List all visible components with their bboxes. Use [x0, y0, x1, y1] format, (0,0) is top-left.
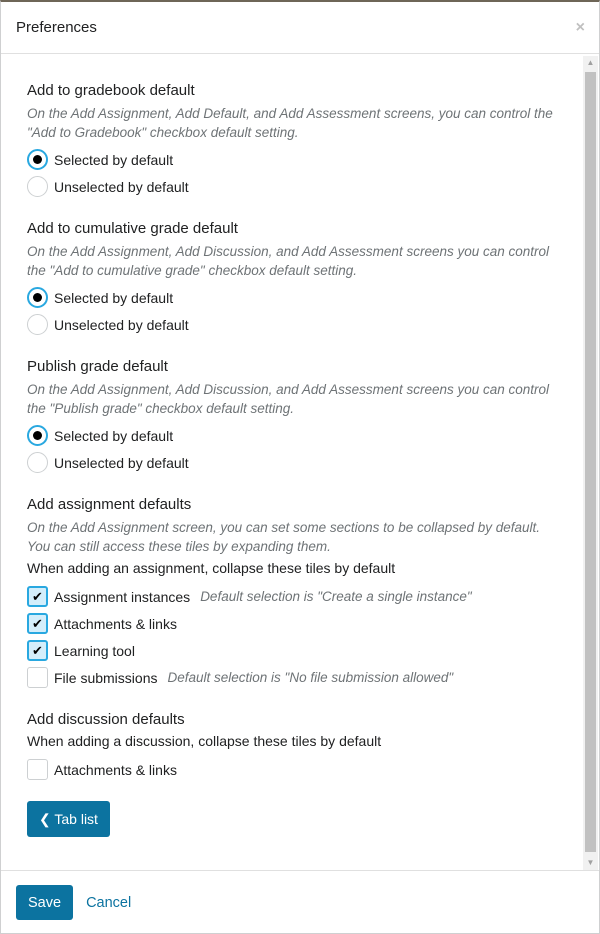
dialog-body: Add to gradebook default On the Add Assi… — [1, 56, 599, 870]
radio-option[interactable]: Selected by default — [27, 146, 563, 173]
radio-option[interactable]: Unselected by default — [27, 173, 563, 200]
checkbox-checked[interactable]: ✔ — [27, 640, 48, 661]
section-description: On the Add Assignment screen, you can se… — [27, 520, 541, 554]
dialog-footer: Save Cancel — [1, 870, 599, 934]
scroll-up-arrow-icon[interactable]: ▲ — [583, 56, 598, 70]
radio-option[interactable]: Selected by default — [27, 284, 563, 311]
checkbox[interactable] — [27, 759, 48, 780]
radio-button-selected[interactable] — [27, 149, 48, 170]
check-icon: ✔ — [32, 615, 43, 631]
radio-button[interactable] — [27, 176, 48, 197]
dialog-title: Preferences — [16, 19, 97, 36]
scroll-down-arrow-icon[interactable]: ▼ — [583, 856, 598, 870]
checkbox-checked[interactable]: ✔ — [27, 586, 48, 607]
radio-button-selected[interactable] — [27, 425, 48, 446]
checkbox-option[interactable]: Attachments & links — [27, 756, 563, 783]
checkbox-label: Assignment instances — [54, 588, 191, 605]
preferences-dialog: Preferences × Add to gradebook default O… — [0, 0, 600, 934]
radio-label: Selected by default — [54, 151, 174, 168]
section-description: On the Add Assignment, Add Discussion, a… — [27, 382, 550, 416]
section-description: On the Add Assignment, Add Default, and … — [27, 106, 553, 140]
publish-grade-default-section: Publish grade default On the Add Assignm… — [27, 358, 563, 476]
checkbox-hint: Default selection is "No file submission… — [167, 670, 454, 685]
cumulative-grade-default-section: Add to cumulative grade default On the A… — [27, 220, 563, 338]
section-description: On the Add Assignment, Add Discussion, a… — [27, 244, 550, 278]
discussion-defaults-section: Add discussion defaults When adding a di… — [27, 711, 563, 783]
radio-option[interactable]: Unselected by default — [27, 449, 563, 476]
checkbox-hint: Default selection is "Create a single in… — [200, 589, 472, 604]
check-icon: ✔ — [32, 588, 43, 604]
vertical-scrollbar[interactable]: ▲ ▼ — [583, 56, 598, 870]
radio-button[interactable] — [27, 314, 48, 335]
checkbox-option[interactable]: File submissions Default selection is "N… — [27, 664, 563, 691]
dialog-header: Preferences × — [1, 2, 599, 54]
cancel-link[interactable]: Cancel — [86, 895, 131, 911]
radio-button-selected[interactable] — [27, 287, 48, 308]
section-heading: Add to cumulative grade default — [27, 220, 238, 237]
section-heading: Publish grade default — [27, 358, 168, 375]
checkbox-option[interactable]: ✔ Attachments & links — [27, 610, 563, 637]
checkbox-checked[interactable]: ✔ — [27, 613, 48, 634]
section-heading: Add to gradebook default — [27, 82, 195, 99]
section-heading: Add assignment defaults — [27, 496, 192, 513]
radio-option[interactable]: Unselected by default — [27, 311, 563, 338]
radio-label: Unselected by default — [54, 178, 189, 195]
checkbox-label: Attachments & links — [54, 761, 177, 778]
checkbox-label: Attachments & links — [54, 615, 177, 632]
checkbox-option[interactable]: ✔ Learning tool — [27, 637, 563, 664]
close-icon[interactable]: × — [576, 19, 585, 37]
radio-label: Unselected by default — [54, 454, 189, 471]
section-instruction: When adding a discussion, collapse these… — [27, 733, 382, 749]
radio-label: Unselected by default — [54, 316, 189, 333]
check-icon: ✔ — [32, 642, 43, 658]
checkbox-label: Learning tool — [54, 642, 135, 659]
radio-option[interactable]: Selected by default — [27, 422, 563, 449]
tab-list-label: Tab list — [54, 810, 98, 827]
radio-label: Selected by default — [54, 427, 174, 444]
gradebook-default-section: Add to gradebook default On the Add Assi… — [27, 82, 563, 200]
section-heading: Add discussion defaults — [27, 711, 185, 728]
tab-list-button[interactable]: ❮ Tab list — [27, 801, 110, 837]
radio-label: Selected by default — [54, 289, 174, 306]
assignment-defaults-section: Add assignment defaults On the Add Assig… — [27, 496, 563, 691]
chevron-left-icon: ❮ — [39, 810, 51, 827]
checkbox-label: File submissions — [54, 669, 158, 686]
save-button[interactable]: Save — [16, 885, 74, 920]
section-instruction: When adding an assignment, collapse thes… — [27, 560, 396, 576]
checkbox[interactable] — [27, 667, 48, 688]
checkbox-option[interactable]: ✔ Assignment instances Default selection… — [27, 583, 563, 610]
scrollbar-thumb[interactable] — [585, 72, 596, 852]
radio-button[interactable] — [27, 452, 48, 473]
